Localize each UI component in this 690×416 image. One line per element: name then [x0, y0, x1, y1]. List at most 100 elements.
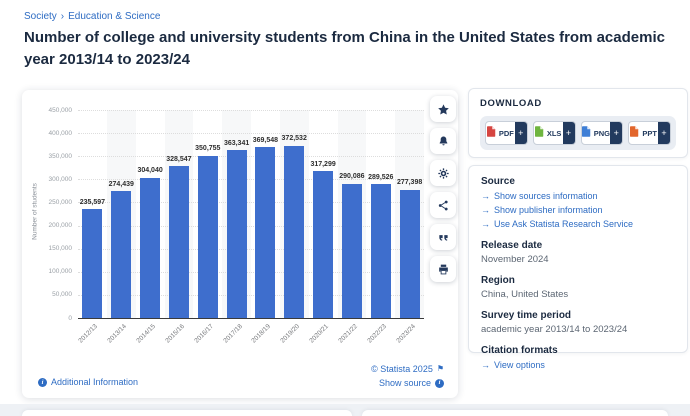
ppt-file-icon [630, 124, 639, 142]
bar-2021/22[interactable] [342, 184, 362, 318]
citation-formats-section: Citation formats → View options [481, 345, 675, 372]
favorite-button[interactable] [430, 96, 456, 122]
next-section-card [22, 410, 352, 416]
cite-button[interactable] [430, 224, 456, 250]
share-button[interactable] [430, 192, 456, 218]
bar-chart-plot: 050,000100,000150,000200,000250,000300,0… [78, 110, 424, 318]
download-button-label: PPT [642, 129, 657, 138]
bar-2020/21[interactable] [313, 171, 333, 318]
y-axis-tick: 250,000 [12, 199, 72, 206]
source-link-show-publisher-information[interactable]: → Show publisher information [481, 203, 675, 217]
source-link-use-ask-statista-research-service[interactable]: → Use Ask Statista Research Service [481, 217, 675, 231]
additional-information-link[interactable]: i Additional Information [38, 377, 138, 387]
xls-file-icon [535, 124, 544, 142]
y-axis-tick: 450,000 [12, 107, 72, 114]
y-axis-tick: 350,000 [12, 153, 72, 160]
breadcrumb-item-education-science[interactable]: Education & Science [68, 11, 160, 22]
citation-formats-heading: Citation formats [481, 345, 675, 356]
download-png-button[interactable]: PNG+ [581, 121, 624, 145]
release-date-value: November 2024 [481, 253, 675, 266]
download-button-label: PDF [499, 129, 514, 138]
copyright-label: © Statista 2025 [371, 362, 433, 376]
release-date-section: Release date November 2024 [481, 240, 675, 266]
bar-2017/18[interactable] [227, 150, 247, 318]
arrow-icon: → [481, 189, 490, 203]
bar-2016/17[interactable] [198, 156, 218, 318]
print-button[interactable] [430, 256, 456, 282]
download-pdf-button[interactable]: PDF+ [485, 121, 528, 145]
region-heading: Region [481, 275, 675, 286]
settings-button[interactable] [430, 160, 456, 186]
bar-2019/20[interactable] [284, 146, 304, 318]
y-axis-tick: 50,000 [12, 291, 72, 298]
y-axis-tick: 150,000 [12, 245, 72, 252]
arrow-icon: → [481, 217, 490, 231]
survey-period-heading: Survey time period [481, 310, 675, 321]
bar-2012/13[interactable] [82, 209, 102, 318]
bar-value-label: 277,398 [387, 179, 433, 186]
source-link-show-sources-information[interactable]: → Show sources information [481, 189, 675, 203]
download-buttons-row: PDF+XLS+PNG+PPT+ [480, 116, 676, 150]
flag-icon: ⚑ [437, 362, 444, 376]
next-section-card [362, 410, 668, 416]
bar-2015/16[interactable] [169, 166, 189, 318]
download-png-main: PNG [582, 124, 611, 142]
source-links: → Show sources information → Show publisher… [481, 189, 675, 231]
bar-2022/23[interactable] [371, 184, 391, 318]
download-options-toggle[interactable]: + [610, 122, 622, 144]
bar-2023/24[interactable] [400, 190, 420, 318]
download-options-toggle[interactable]: + [563, 122, 575, 144]
y-axis-tick: 100,000 [12, 268, 72, 275]
source-link-label: Show sources information [494, 189, 598, 203]
chart-action-toolbar [430, 96, 456, 282]
bar-value-label: 317,299 [300, 161, 346, 168]
bar-2013/14[interactable] [111, 191, 131, 318]
view-options-link[interactable]: → View options [481, 358, 675, 372]
chart-credit: © Statista 2025 ⚑ Show source i [371, 362, 444, 390]
bar-value-label: 274,439 [98, 181, 144, 188]
download-panel-title: DOWNLOAD [480, 98, 676, 109]
y-axis-tick: 0 [12, 315, 72, 322]
png-file-icon [582, 124, 591, 142]
pdf-file-icon [487, 124, 496, 142]
download-panel: DOWNLOAD PDF+XLS+PNG+PPT+ [468, 88, 688, 158]
info-icon: i [435, 379, 444, 388]
gridline [78, 110, 424, 111]
source-link-label: Show publisher information [494, 203, 603, 217]
bar-2014/15[interactable] [140, 178, 160, 319]
survey-period-section: Survey time period academic year 2013/14… [481, 310, 675, 336]
details-panel: Source → Show sources information → Show pu… [468, 165, 688, 353]
show-source-link[interactable]: Show source i [371, 376, 444, 390]
gear-icon [437, 167, 450, 180]
breadcrumb-separator: › [61, 11, 64, 22]
view-options-label: View options [494, 358, 545, 372]
additional-information-label: Additional Information [51, 377, 138, 387]
bar-value-label: 372,532 [271, 135, 317, 142]
info-icon: i [38, 378, 47, 387]
x-axis-line [78, 318, 424, 319]
download-xls-main: XLS [534, 124, 563, 142]
breadcrumb-item-society[interactable]: Society [24, 11, 57, 22]
show-source-label: Show source [379, 376, 431, 390]
source-heading: Source [481, 176, 675, 187]
alert-button[interactable] [430, 128, 456, 154]
download-pdf-main: PDF [486, 124, 515, 142]
printer-icon [437, 263, 450, 276]
region-value: China, United States [481, 288, 675, 301]
download-ppt-button[interactable]: PPT+ [628, 121, 671, 145]
star-icon [437, 103, 450, 116]
download-options-toggle[interactable]: + [515, 122, 527, 144]
download-ppt-main: PPT [629, 124, 658, 142]
download-xls-button[interactable]: XLS+ [533, 121, 576, 145]
bar-2018/19[interactable] [255, 147, 275, 318]
download-options-toggle[interactable]: + [658, 122, 670, 144]
share-icon [437, 199, 450, 212]
chart-card: Number of students 050,000100,000150,000… [22, 90, 458, 398]
copyright-row: © Statista 2025 ⚑ [371, 362, 444, 376]
download-button-label: PNG [594, 129, 610, 138]
source-link-label: Use Ask Statista Research Service [494, 217, 633, 231]
bell-icon [437, 135, 450, 148]
arrow-icon: → [481, 203, 490, 217]
survey-period-value: academic year 2013/14 to 2023/24 [481, 323, 675, 336]
download-button-label: XLS [547, 129, 562, 138]
